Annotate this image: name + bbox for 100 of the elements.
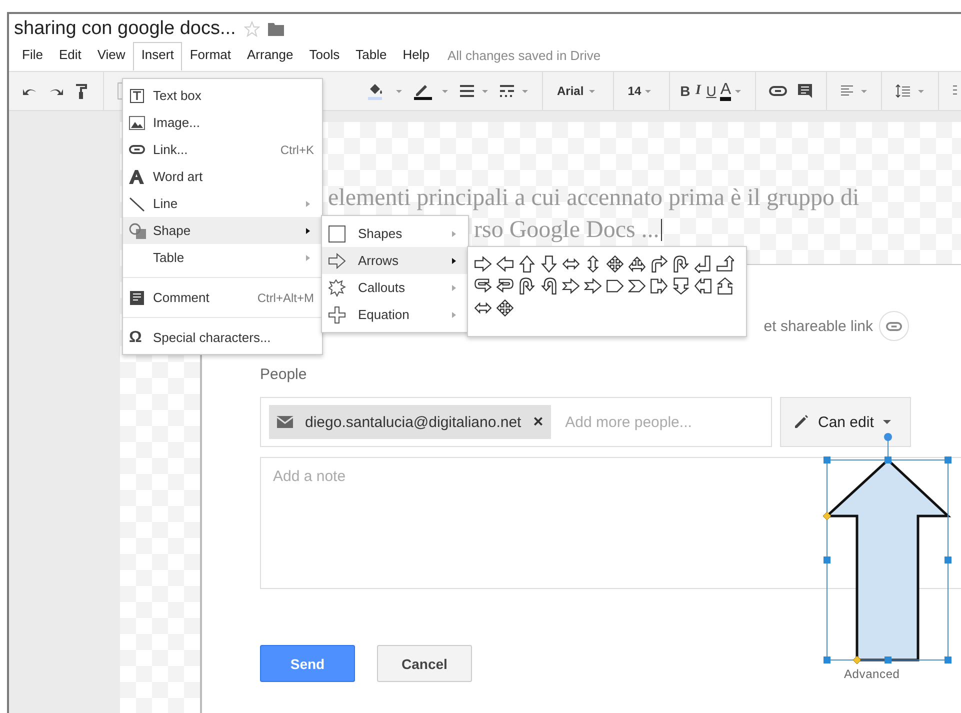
line-spacing-icon[interactable]	[895, 84, 911, 98]
remove-button[interactable]: ×	[533, 412, 544, 432]
menu-item[interactable]: Shape	[123, 217, 322, 244]
paint-format-icon[interactable]	[74, 83, 90, 99]
arrow-shape-icon[interactable]	[606, 255, 624, 273]
menu-item[interactable]: File	[14, 42, 51, 68]
caret-icon[interactable]	[482, 90, 488, 92]
resize-handle[interactable]	[944, 456, 952, 464]
menu-item[interactable]: Table	[123, 244, 322, 271]
menu-item[interactable]: Link... Ctrl+K	[123, 136, 322, 163]
arrow-shape-icon[interactable]	[650, 277, 668, 295]
arrow-shape-icon[interactable]	[716, 277, 734, 295]
arrow-shape-icon[interactable]	[606, 277, 624, 295]
star-icon[interactable]	[244, 21, 260, 37]
menu-item[interactable]: Equation	[322, 301, 468, 328]
arrow-shape-icon[interactable]	[518, 277, 536, 295]
arrow-shape-icon[interactable]	[518, 255, 536, 273]
shareable-link[interactable]: et shareable link	[764, 318, 873, 334]
arrow-shape-icon[interactable]	[694, 255, 712, 273]
line-icon	[129, 196, 145, 212]
menu-item[interactable]: Arrange	[239, 42, 302, 68]
caret-icon[interactable]	[735, 90, 741, 92]
plus-icon	[328, 306, 346, 324]
arrow-shape-icon[interactable]	[628, 277, 646, 295]
arrow-shape-icon[interactable]	[540, 255, 558, 273]
format-button[interactable]: I	[694, 83, 702, 99]
text-cursor	[661, 219, 662, 241]
arrow-shape-icon[interactable]	[562, 277, 580, 295]
arrow-shape-icon[interactable]	[672, 255, 690, 273]
caret-icon[interactable]	[918, 90, 924, 92]
arrow-shape-icon[interactable]	[474, 277, 492, 295]
pencil-icon[interactable]	[413, 82, 435, 100]
resize-handle[interactable]	[944, 556, 952, 564]
advanced-link[interactable]: Advanced	[844, 667, 900, 681]
arrow-shape-icon[interactable]	[540, 277, 558, 295]
comment-icon[interactable]	[797, 83, 813, 99]
shape-icon	[129, 222, 147, 238]
people-label: People	[260, 366, 308, 383]
menu-item[interactable]: Tools	[301, 42, 348, 68]
format-button[interactable]: U	[706, 83, 716, 99]
permission-dropdown[interactable]: Can edit	[780, 397, 911, 447]
menu-item[interactable]: Line	[123, 190, 322, 217]
caret-icon	[882, 420, 891, 424]
caret-icon[interactable]	[442, 90, 448, 92]
format-button[interactable]: B	[680, 83, 690, 99]
arrow-shape-icon[interactable]	[694, 277, 712, 295]
arrow-shape-icon[interactable]	[496, 299, 514, 317]
people-placeholder: Add more people...	[565, 414, 692, 430]
arrow-shape-icon[interactable]	[672, 277, 690, 295]
caret-icon[interactable]	[522, 90, 528, 92]
menu-item[interactable]: Format	[182, 42, 239, 68]
align-icon[interactable]	[840, 84, 854, 98]
people-field[interactable]: diego.santalucia@digitaliano.net × Add more people...	[260, 397, 772, 447]
font-dropdown[interactable]: Arial	[553, 84, 585, 98]
resize-handle[interactable]	[944, 656, 952, 664]
arrow-shape-icon[interactable]	[496, 277, 514, 295]
arrow-shape-icon[interactable]	[496, 255, 514, 273]
menu-item[interactable]: View	[89, 42, 134, 68]
menu-item[interactable]: Image...	[123, 109, 322, 136]
adjust-handle[interactable]	[822, 512, 832, 520]
caret-icon[interactable]	[861, 90, 867, 92]
resize-handle[interactable]	[824, 656, 830, 664]
menu-item[interactable]: Arrows	[322, 247, 468, 274]
arrow-shape-icon[interactable]	[584, 277, 602, 295]
link-button[interactable]	[879, 311, 909, 341]
word-art-icon	[129, 170, 145, 184]
line-dash-icon[interactable]	[499, 83, 515, 99]
link-icon[interactable]	[769, 86, 787, 96]
resize-handle[interactable]	[824, 556, 830, 564]
slide-text: rso Google Docs ...	[474, 217, 660, 243]
arrow-shape-icon[interactable]	[716, 255, 734, 273]
save-status: All changes saved in Drive	[447, 48, 601, 62]
menu-item[interactable]: Table	[348, 42, 395, 68]
shortcut-label: Ctrl+K	[280, 142, 314, 156]
caret-icon[interactable]	[588, 90, 595, 92]
format-button[interactable]: A	[720, 82, 731, 100]
menu-item[interactable]: Text box	[123, 82, 322, 109]
menu-item[interactable]: Help	[394, 42, 438, 68]
folder-icon[interactable]	[268, 22, 284, 36]
arrow-shape-icon[interactable]	[628, 255, 646, 273]
document-title[interactable]: sharing con google docs...	[14, 18, 236, 40]
menu-item[interactable]: Shapes	[322, 220, 468, 247]
caret-icon[interactable]	[645, 90, 652, 92]
submenu-arrow-icon	[452, 284, 456, 290]
menu-item[interactable]: Word art	[123, 163, 322, 190]
font-size-dropdown[interactable]: 14	[624, 84, 642, 98]
cancel-button[interactable]: Cancel	[377, 645, 472, 682]
arrow-shape-icon[interactable]	[650, 255, 668, 273]
adjust-handle[interactable]	[852, 656, 862, 664]
menu-item[interactable]: Insert	[133, 42, 182, 71]
resize-handle[interactable]	[884, 656, 892, 664]
caret-icon[interactable]	[396, 90, 402, 92]
menu-item[interactable]: Edit	[50, 42, 90, 68]
resize-handle[interactable]	[824, 456, 830, 464]
menu-item[interactable]: Ω Special characters...	[123, 324, 322, 351]
line-weight-icon[interactable]	[459, 83, 475, 99]
menu-item[interactable]: Callouts	[322, 274, 468, 301]
arrow-shape-icon[interactable]	[474, 255, 492, 273]
menu-item[interactable]: Comment Ctrl+Alt+M	[123, 284, 322, 311]
resize-handle[interactable]	[884, 456, 892, 464]
